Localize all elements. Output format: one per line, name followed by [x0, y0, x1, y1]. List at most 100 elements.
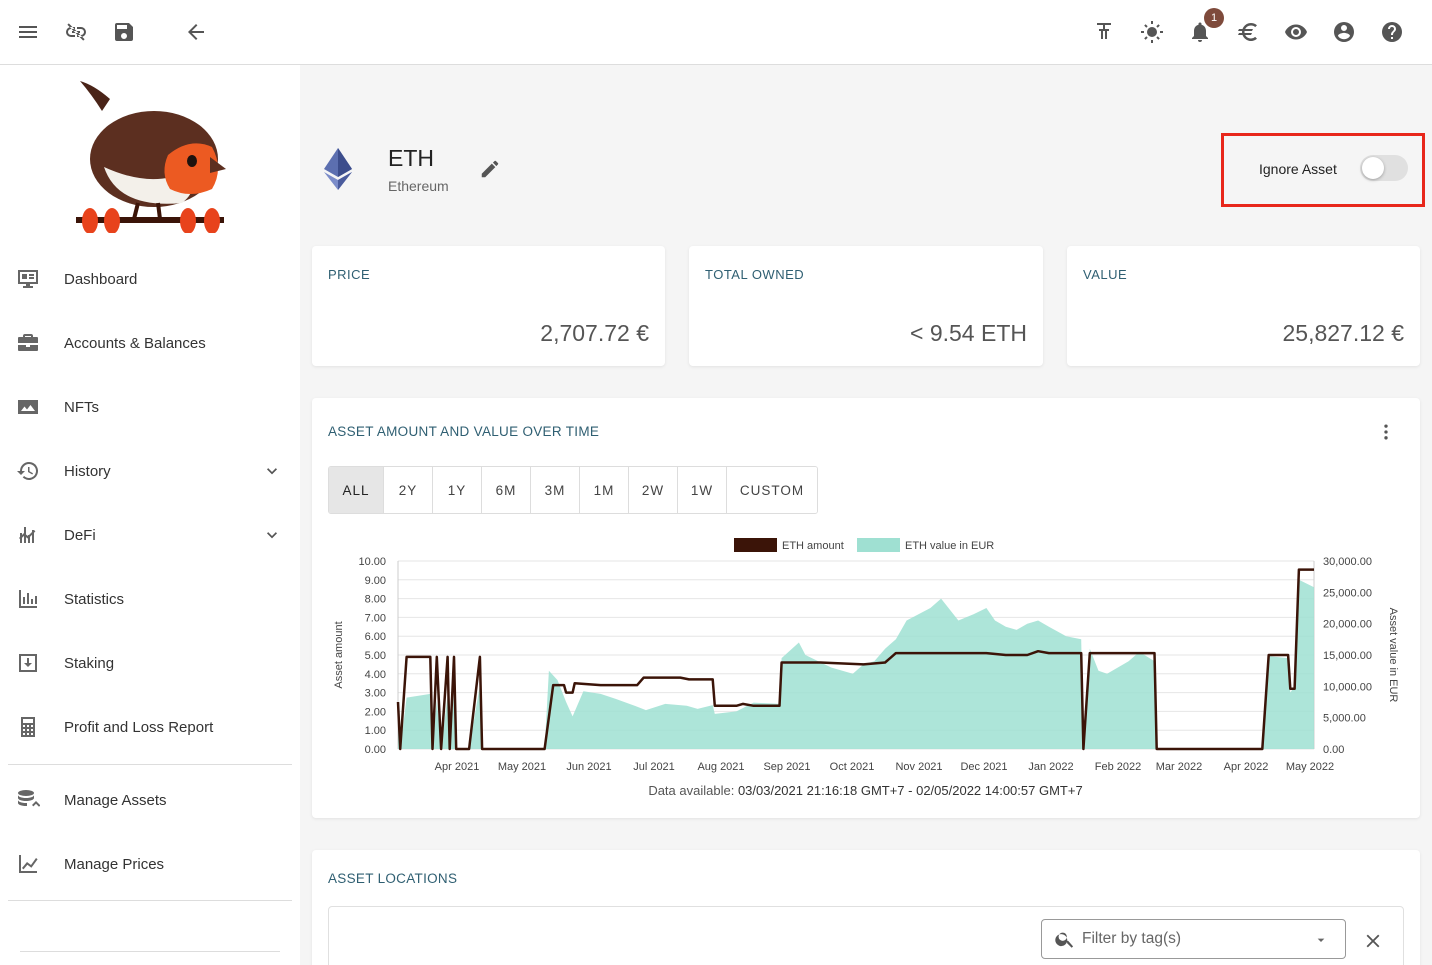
timeframe-selector: ALL 2Y 1Y 6M 3M 1M 2W 1W CUSTOM — [328, 466, 818, 514]
x-tick-label: Sep 2021 — [763, 761, 810, 773]
y-right-axis-label: Asset value in EUR — [1387, 608, 1399, 703]
x-tick-label: Aug 2021 — [697, 761, 744, 773]
x-tick-label: Dec 2021 — [960, 761, 1007, 773]
legend-swatch-amount — [734, 538, 777, 552]
sidebar-item-label: Manage Assets — [64, 791, 167, 809]
range-1m-button[interactable]: 1M — [580, 467, 629, 513]
calculator-icon — [16, 715, 40, 739]
y-right-tick-label: 25,000.00 — [1323, 587, 1372, 599]
data-available: Data available: 03/03/2021 21:16:18 GMT+… — [312, 783, 1419, 798]
help-icon[interactable] — [1380, 20, 1404, 44]
x-tick-label: Apr 2022 — [1224, 761, 1269, 773]
asset-chart: 0.00 1.00 2.00 3.00 4.00 5.00 6.00 7.00 8.00 9.00… — [333, 538, 1399, 773]
stat-title: VALUE — [1083, 267, 1128, 282]
x-tick-label: Jan 2022 — [1028, 761, 1073, 773]
range-1w-button[interactable]: 1W — [678, 467, 727, 513]
stat-value: < 9.54 ETH — [910, 320, 1027, 346]
sidebar: Dashboard Accounts & Balances NFTs Histo… — [0, 65, 300, 965]
save-icon[interactable] — [112, 20, 136, 44]
toggle-knob — [1362, 157, 1384, 179]
x-tick-label: May 2021 — [498, 761, 546, 773]
sidebar-item-label: DeFi — [64, 526, 96, 544]
menu-icon[interactable] — [16, 20, 40, 44]
sidebar-divider — [8, 900, 292, 901]
sidebar-item-nfts[interactable]: NFTs — [0, 383, 300, 431]
statistics-icon — [16, 587, 40, 611]
history-icon — [16, 459, 40, 483]
tag-filter-placeholder: Filter by tag(s) — [1082, 930, 1182, 947]
euro-icon[interactable] — [1236, 20, 1260, 44]
tag-filter-input[interactable]: Filter by tag(s) — [1041, 919, 1346, 959]
range-6m-button[interactable]: 6M — [482, 467, 531, 513]
ignore-asset-toggle[interactable] — [1360, 155, 1408, 181]
defi-icon — [16, 523, 40, 547]
y-right-tick-label: 30,000.00 — [1323, 556, 1372, 568]
sidebar-item-history[interactable]: History — [0, 447, 300, 495]
stat-value: 2,707.72 € — [540, 320, 649, 346]
eye-icon[interactable] — [1284, 20, 1308, 44]
value-card: VALUE 25,827.12 € — [1067, 246, 1420, 366]
sidebar-item-manage-prices[interactable]: Manage Prices — [0, 840, 300, 888]
y-right-tick-label: 15,000.00 — [1323, 650, 1372, 662]
sidebar-item-label: Staking — [64, 654, 115, 672]
sidebar-item-dashboard[interactable]: Dashboard — [0, 255, 300, 303]
range-all-button[interactable]: ALL — [329, 467, 384, 513]
range-custom-button[interactable]: CUSTOM — [727, 467, 817, 513]
dashboard-icon — [16, 267, 40, 291]
legend-label-value: ETH value in EUR — [905, 540, 994, 552]
stat-value: 25,827.12 € — [1282, 320, 1404, 346]
x-tick-label: May 2022 — [1286, 761, 1334, 773]
y-left-axis-label: Asset amount — [333, 621, 345, 688]
sidebar-item-manage-assets[interactable]: Manage Assets — [0, 776, 300, 824]
chart-card-title: ASSET AMOUNT AND VALUE OVER TIME — [328, 424, 600, 439]
sidebar-item-statistics[interactable]: Statistics — [0, 575, 300, 623]
caret-down-icon[interactable] — [1313, 932, 1329, 948]
briefcase-icon — [16, 331, 40, 355]
range-3m-button[interactable]: 3M — [531, 467, 580, 513]
y-left-tick-label: 4.00 — [365, 669, 386, 681]
y-left-tick-label: 0.00 — [365, 744, 386, 756]
search-icon — [1054, 928, 1076, 950]
chevron-down-icon[interactable] — [262, 525, 282, 545]
asset-symbol: ETH — [388, 145, 434, 171]
sidebar-divider — [20, 951, 280, 952]
y-right-tick-label: 10,000.00 — [1323, 681, 1372, 693]
x-tick-label: Oct 2021 — [830, 761, 875, 773]
sidebar-item-label: Manage Prices — [64, 855, 165, 873]
more-vert-icon[interactable] — [1376, 422, 1396, 442]
asset-name: Ethereum — [388, 178, 449, 194]
chevron-down-icon[interactable] — [262, 461, 282, 481]
range-2y-button[interactable]: 2Y — [384, 467, 433, 513]
sidebar-item-label: Profit and Loss Report — [64, 718, 214, 736]
stat-title: PRICE — [328, 267, 371, 282]
x-tick-label: Jul 2021 — [633, 761, 675, 773]
sidebar-item-profit-loss-report[interactable]: Profit and Loss Report — [0, 703, 300, 751]
y-right-tick-label: 0.00 — [1323, 744, 1344, 756]
sidebar-item-label: NFTs — [64, 398, 99, 416]
y-left-tick-label: 8.00 — [365, 594, 386, 606]
stat-title: TOTAL OWNED — [705, 267, 805, 282]
account-icon[interactable] — [1332, 20, 1356, 44]
range-1y-button[interactable]: 1Y — [433, 467, 482, 513]
x-tick-label: Nov 2021 — [895, 761, 942, 773]
close-icon[interactable] — [1362, 930, 1384, 952]
arrow-back-icon[interactable] — [184, 20, 208, 44]
chart-card: ASSET AMOUNT AND VALUE OVER TIME ALL 2Y … — [312, 398, 1420, 818]
x-tick-label: Apr 2021 — [435, 761, 480, 773]
link-off-icon[interactable] — [64, 20, 88, 44]
sidebar-item-staking[interactable]: Staking — [0, 639, 300, 687]
image-icon — [16, 395, 40, 419]
x-tick-label: Jun 2021 — [566, 761, 611, 773]
y-right-tick-label: 20,000.00 — [1323, 619, 1372, 631]
pencil-icon[interactable] — [479, 158, 501, 180]
total-owned-card: TOTAL OWNED < 9.54 ETH — [689, 246, 1043, 366]
notification-badge: 1 — [1204, 8, 1224, 28]
range-2w-button[interactable]: 2W — [629, 467, 678, 513]
theme-icon[interactable] — [1140, 20, 1164, 44]
asset-locations-title: ASSET LOCATIONS — [328, 871, 458, 886]
pinned-icon[interactable] — [1092, 20, 1116, 44]
sidebar-item-defi[interactable]: DeFi — [0, 511, 300, 559]
data-available-range: 03/03/2021 21:16:18 GMT+7 - 02/05/2022 1… — [737, 783, 1083, 798]
sidebar-item-accounts-balances[interactable]: Accounts & Balances — [0, 319, 300, 367]
ethereum-icon — [324, 148, 352, 190]
